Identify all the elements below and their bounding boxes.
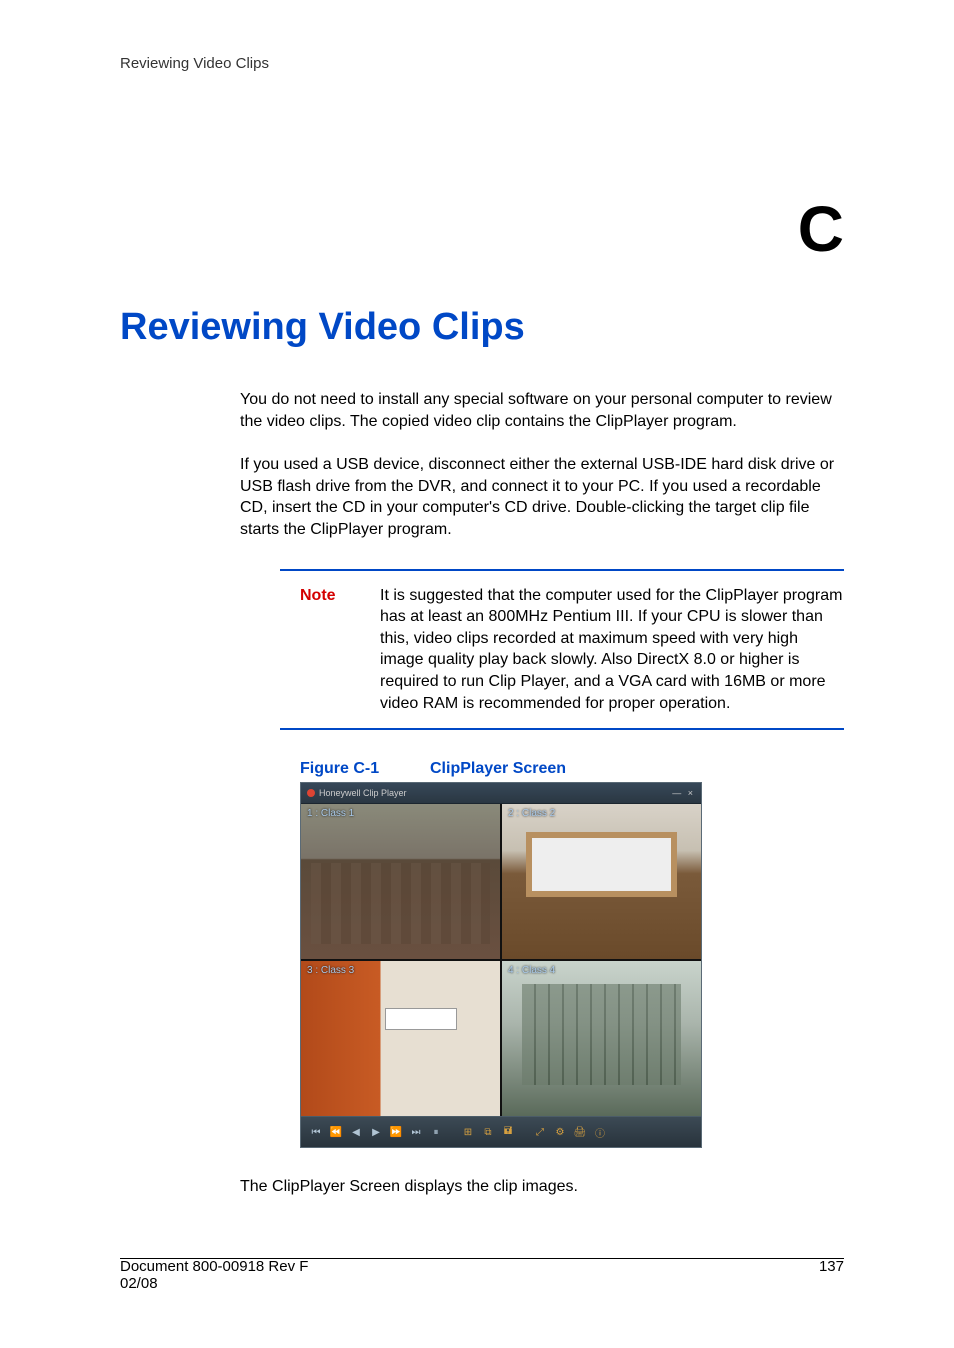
body-paragraph: If you used a USB device, disconnect eit… [240,454,844,540]
note-label: Note [300,585,380,715]
footer-document-id: Document 800-00918 Rev F [120,1258,308,1275]
footer-page-number: 137 [819,1258,844,1292]
chapter-title: Reviewing Video Clips [120,306,844,349]
print-icon[interactable]: 🖨 [573,1125,587,1139]
step-forward-icon[interactable]: ▶ [369,1125,383,1139]
note-box: Note It is suggested that the computer u… [280,569,844,731]
multi-view-icon[interactable]: ⧉ [481,1125,495,1139]
body-paragraph: You do not need to install any special s… [240,389,844,432]
figure-number: Figure C-1 [300,760,430,778]
pane-label: 4 : Class 4 [508,965,555,976]
app-icon [307,789,315,797]
clipplayer-title-bar: Honeywell Clip Player — × [301,783,701,804]
page-footer: Document 800-00918 Rev F 02/08 137 [120,1258,844,1292]
window-title: Honeywell Clip Player [319,788,407,798]
skip-end-icon[interactable]: ⏭ [409,1125,423,1139]
clipplayer-screenshot: Honeywell Clip Player — × 1 : Class 1 2 … [300,782,702,1148]
step-back-icon[interactable]: ◀ [349,1125,363,1139]
video-pane-3[interactable]: 3 : Class 3 [301,961,500,1116]
figure-block: Figure C-1 ClipPlayer Screen Honeywell C… [300,760,844,1148]
note-rule-bottom [280,728,844,730]
pause-icon[interactable]: ⏸ [429,1125,443,1139]
video-pane-1[interactable]: 1 : Class 1 [301,804,500,959]
save-icon[interactable]: 🖬 [501,1125,515,1139]
appendix-letter: C [120,192,844,266]
pane-label: 1 : Class 1 [307,808,354,819]
figure-caption-text: The ClipPlayer Screen displays the clip … [240,1178,844,1196]
layout-icon[interactable]: ⊞ [461,1125,475,1139]
pane-label: 3 : Class 3 [307,965,354,976]
window-controls-icon[interactable]: — × [672,788,695,798]
rewind-icon[interactable]: ⏪ [329,1125,343,1139]
running-header: Reviewing Video Clips [120,55,844,72]
footer-date: 02/08 [120,1275,158,1292]
skip-start-icon[interactable]: ⏮ [309,1125,323,1139]
settings-icon[interactable]: ⚙ [553,1125,567,1139]
fullscreen-icon[interactable]: ⤢ [533,1125,547,1139]
pane-label: 2 : Class 2 [508,808,555,819]
video-pane-4[interactable]: 4 : Class 4 [502,961,701,1116]
video-pane-2[interactable]: 2 : Class 2 [502,804,701,959]
playback-control-bar: ⏮ ⏪ ◀ ▶ ⏩ ⏭ ⏸ ⊞ ⧉ 🖬 ⤢ ⚙ 🖨 ⓘ [301,1116,701,1147]
note-text: It is suggested that the computer used f… [380,585,844,715]
figure-title: ClipPlayer Screen [430,760,566,778]
fast-forward-icon[interactable]: ⏩ [389,1125,403,1139]
info-icon[interactable]: ⓘ [593,1125,607,1139]
